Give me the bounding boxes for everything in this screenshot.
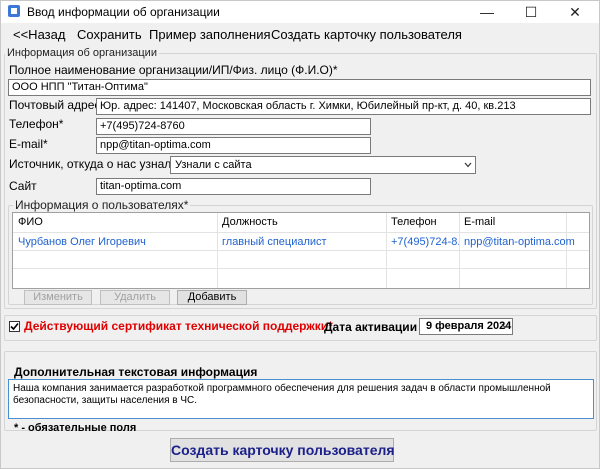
menu-example[interactable]: Пример заполнения: [149, 27, 271, 42]
menu-save[interactable]: Сохранить: [77, 27, 142, 42]
activation-date-label: Дата активации: [324, 320, 418, 334]
close-button[interactable]: ✕: [553, 1, 597, 23]
table-cell-phone[interactable]: +7(495)724-8...: [391, 236, 459, 248]
certificate-checkbox[interactable]: [9, 321, 20, 332]
column-header-phone[interactable]: Телефон: [391, 216, 437, 228]
window-title: Ввод информации об организации: [27, 5, 220, 19]
table-cell-name[interactable]: Чурбанов Олег Игоревич: [18, 236, 214, 248]
email-label: E-mail*: [9, 137, 48, 151]
site-input[interactable]: titan-optima.com: [96, 178, 371, 195]
address-input[interactable]: Юр. адрес: 141407, Московская область г.…: [96, 98, 591, 115]
minimize-button[interactable]: —: [465, 1, 509, 23]
certificate-label: Действующий сертификат технической подде…: [24, 319, 333, 333]
chevron-down-icon: [501, 323, 509, 329]
maximize-button[interactable]: ☐: [509, 1, 553, 23]
title-bar: Ввод информации об организации — ☐ ✕: [1, 1, 599, 23]
table-cell-email[interactable]: npp@titan-optima.com: [464, 236, 584, 248]
activation-date-picker[interactable]: 9 февраля 2024: [419, 318, 513, 335]
extra-info-textarea[interactable]: Наша компания занимается разработкой про…: [8, 379, 594, 419]
create-user-card-button[interactable]: Создать карточку пользователя: [170, 438, 395, 462]
address-label: Почтовый адрес*: [9, 98, 106, 112]
menu-back[interactable]: <<Назад: [13, 27, 65, 42]
row-divider: [13, 232, 589, 233]
phone-input[interactable]: +7(495)724-8760: [96, 118, 371, 135]
phone-label: Телефон*: [9, 117, 64, 131]
source-select[interactable]: Узнали с сайта: [170, 156, 476, 174]
table-cell-position[interactable]: главный специалист: [222, 236, 384, 248]
activation-date-value: 9 февраля 2024: [426, 320, 512, 332]
checkmark-icon: [10, 322, 19, 331]
column-header-name[interactable]: ФИО: [18, 216, 43, 228]
menu-create-card[interactable]: Создать карточку пользователя: [271, 27, 462, 42]
app-icon: [8, 5, 20, 17]
delete-user-button[interactable]: Удалить: [100, 290, 170, 305]
source-label: Источник, откуда о нас узнали*: [9, 157, 183, 171]
email-input[interactable]: npp@titan-optima.com: [96, 137, 371, 154]
column-header-email[interactable]: E-mail: [464, 216, 495, 228]
extra-info-label: Дополнительная текстовая информация: [14, 365, 258, 379]
menu-bar: <<Назад Сохранить Пример заполнения Созд…: [1, 23, 599, 47]
org-group-label: Информация об организации: [5, 47, 159, 59]
add-user-button[interactable]: Добавить: [177, 290, 247, 305]
chevron-down-icon: [464, 162, 472, 168]
users-table: ФИО Должность Телефон E-mail Чурбанов Ол…: [12, 212, 590, 289]
full-name-input[interactable]: ООО НПП "Титан-Оптима": [8, 79, 591, 96]
row-divider: [13, 250, 589, 251]
row-divider: [13, 268, 589, 269]
column-header-position[interactable]: Должность: [222, 216, 278, 228]
users-group-label: Информация о пользователях*: [13, 198, 191, 212]
site-label: Сайт: [9, 179, 37, 193]
source-select-value: Узнали с сайта: [175, 159, 252, 171]
required-fields-note: * - обязательные поля: [14, 422, 137, 434]
full-name-label: Полное наименование организации/ИП/Физ. …: [9, 63, 338, 77]
edit-user-button[interactable]: Изменить: [24, 290, 92, 305]
main-window: Ввод информации об организации — ☐ ✕ <<Н…: [0, 0, 600, 469]
